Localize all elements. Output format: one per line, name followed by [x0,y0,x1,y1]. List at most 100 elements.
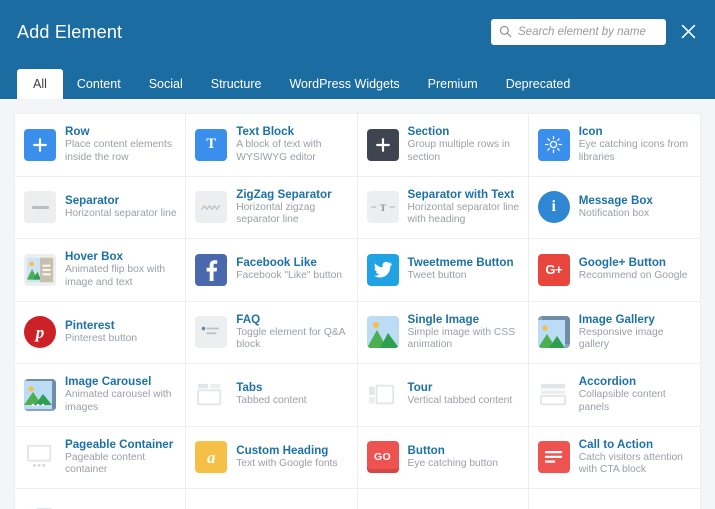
google-plus-icon: G+ [537,253,570,286]
element-card-description: Place content elements inside the row [65,139,173,163]
element-card[interactable]: G+ Google+ Button Recommend on Google [528,239,700,302]
element-card-text: Accordion Collapsible content panels [579,375,692,414]
element-card-text: Text Block A block of text with WYSIWYG e… [236,125,348,164]
element-card-title: Image Carousel [65,375,152,389]
zigzag-line-icon [195,191,228,224]
element-card[interactable]: Pageable Container Pageable content conta… [15,426,187,489]
letter-a-amber-icon: a [195,441,228,474]
element-card-title: Button [407,443,445,457]
element-card-description: Vertical tabbed content [407,395,513,407]
element-card[interactable]: Hover Box Animated flip box with image an… [15,239,187,302]
tab-content[interactable]: Content [63,69,135,99]
tabs-icon [195,379,227,411]
plus-square-dark-icon [366,128,399,161]
element-card[interactable]: Tour Vertical tabbed content [357,364,529,427]
element-card-title: Accordion [578,375,637,389]
category-tabs: All Content Social Structure WordPress Widge… [16,63,699,99]
element-card-description: A block of text with WYSIWYG editor [236,139,322,163]
tab-structure[interactable]: Structure [197,69,276,99]
element-card[interactable] [528,489,700,509]
tab-deprecated[interactable]: Deprecated [492,69,585,99]
element-card[interactable]: Single Image Simple image with CSS animat… [357,301,529,364]
tab-social[interactable]: Social [135,69,197,99]
element-card-title: Message Box [578,193,653,207]
image-carousel-icon [24,378,56,411]
sidebar-icon [24,504,56,509]
page-title: Add Element [17,21,123,42]
element-card[interactable]: Tweetmeme Button Tweet button [357,239,529,302]
element-card-title: Single Image [407,312,480,326]
element-card-description: Toggle element for Q&A block [236,326,346,351]
element-card-text: Image Gallery Responsive image gallery [579,313,692,352]
element-card[interactable]: FAQ Toggle element for Q&A block [186,301,358,364]
element-card[interactable] [186,489,358,509]
element-card-text: Call to Action Catch visitors attention w… [579,438,692,477]
element-card[interactable]: Call to Action Catch visitors attention w… [528,426,700,489]
element-card[interactable]: ZigZag Separator Horizontal zigzag separa… [186,176,358,239]
element-card-title: Icon [578,125,603,139]
element-card-description: Eye catching icons from libraries [578,139,689,163]
element-card[interactable]: Row Place content elements inside the row [15,114,187,177]
go-button-icon: GO [366,441,399,474]
element-card-description: Horizontal zigzag separator line [236,201,316,226]
blank-icon [538,504,570,509]
element-card-title: Separator with Text [407,187,515,201]
search-box[interactable] [491,18,666,45]
element-card-title: Text Block [236,125,295,139]
element-card-description: Pinterest button [65,332,138,344]
add-element-modal: Add Element Search element by name All C… [0,0,715,509]
search-icon [499,25,512,38]
element-card[interactable]: i Message Box Notification box [528,176,700,239]
twitter-icon [366,253,399,286]
element-card[interactable]: T Separator with Text Horizontal separator… [357,176,529,239]
element-card-title: Custom Heading [236,443,329,457]
element-card[interactable]: Widgetised Sidebar [15,489,187,509]
element-card[interactable]: Facebook Like Facebook "Like" button [186,239,358,302]
element-card[interactable]: p Pinterest Pinterest button [15,301,187,364]
tab-wordpress-widgets[interactable]: WordPress Widgets [275,69,413,99]
element-card-description: Tabbed content [236,395,307,407]
facebook-icon [195,253,228,286]
element-card-description: Horizontal separator line with heading [407,201,520,226]
element-grid: Row Place content elements inside the row… [14,113,701,509]
element-card-text: Tweetmeme Button Tweet button [408,256,514,283]
element-card-text: Button Eye catching button [408,444,498,471]
element-card[interactable]: Icon Eye catching icons from libraries [528,114,700,177]
element-card-description: Collapsible content panels [578,389,666,413]
faq-list-icon [195,316,228,349]
element-card-description: Horizontal separator line [65,207,177,219]
info-circle-icon: i [537,191,570,224]
tab-all[interactable]: All [17,69,63,99]
element-card[interactable]: Accordion Collapsible content panels [528,364,700,427]
element-card[interactable]: Tabs Tabbed content [186,364,358,427]
element-card-text: Tabs Tabbed content [236,381,306,408]
element-card-text: Custom Heading Text with Google fonts [236,444,337,471]
element-card-text: Pinterest Pinterest button [65,319,137,346]
separator-text-icon: T [366,191,399,224]
search-input[interactable] [518,18,658,45]
element-card-title: Call to Action [578,437,654,451]
element-card-description: Pageable content container [65,451,146,476]
close-button[interactable] [677,21,699,43]
element-card[interactable]: GO Button Eye catching button [357,426,529,489]
element-card-text: Hover Box Animated flip box with image an… [65,250,177,289]
svg-text:T: T [379,204,386,213]
element-card[interactable]: Section Group multiple rows in section [357,114,529,177]
element-card[interactable]: Image Gallery Responsive image gallery [528,301,700,364]
element-card-title: Hover Box [65,250,123,264]
letter-t-blue-icon: T [195,128,228,161]
tab-premium[interactable]: Premium [414,69,492,99]
element-card-text: Single Image Simple image with CSS animat… [408,313,520,352]
element-card[interactable]: Image Carousel Animated carousel with ima… [15,364,187,427]
element-card[interactable]: Video Player [357,489,529,509]
element-card[interactable]: a Custom Heading Text with Google fonts [186,426,358,489]
element-card-title: Separator [65,193,120,207]
element-card[interactable]: T Text Block A block of text with WYSIWYG … [186,114,358,177]
element-card-text: Icon Eye catching icons from libraries [579,125,692,164]
element-card-text: Separator Horizontal separator line [65,194,177,221]
horizontal-line-icon [24,191,56,224]
element-card-title: Tweetmeme Button [407,256,514,270]
element-card[interactable]: Separator Horizontal separator line [15,176,187,239]
header-actions [491,18,699,45]
plus-square-blue-icon [24,128,56,161]
